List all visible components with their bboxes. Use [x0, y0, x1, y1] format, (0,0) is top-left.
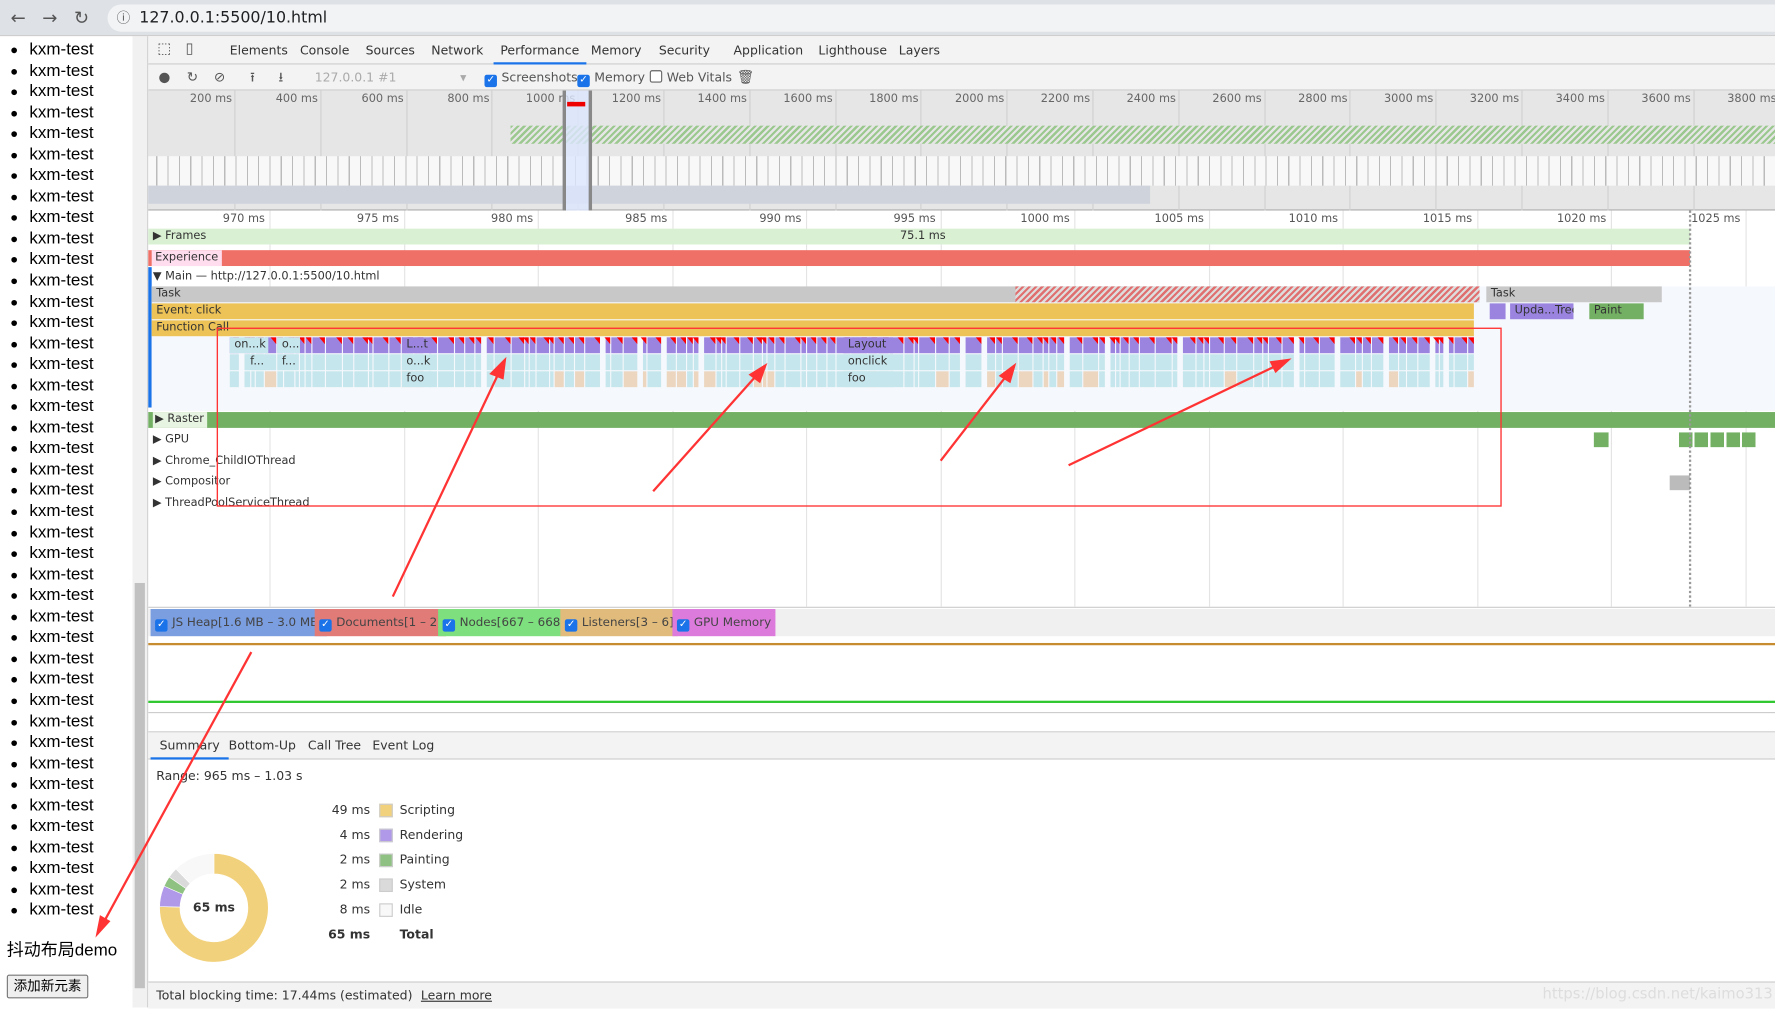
annotation-overlay [95, 327, 1502, 938]
annotation-rectangle [216, 327, 1502, 507]
annotation-arrowhead [95, 915, 111, 938]
annotation-arrow [391, 359, 506, 598]
annotation-arrow [1068, 358, 1289, 467]
annotation-arrow [96, 651, 253, 935]
watermark: https://blog.csdn.net/kaimo313 [1542, 985, 1773, 1003]
annotation-arrowhead [489, 356, 507, 380]
annotation-arrow [652, 364, 767, 493]
annotation-arrow [939, 364, 1016, 462]
annotation-arrowhead [1269, 358, 1292, 374]
